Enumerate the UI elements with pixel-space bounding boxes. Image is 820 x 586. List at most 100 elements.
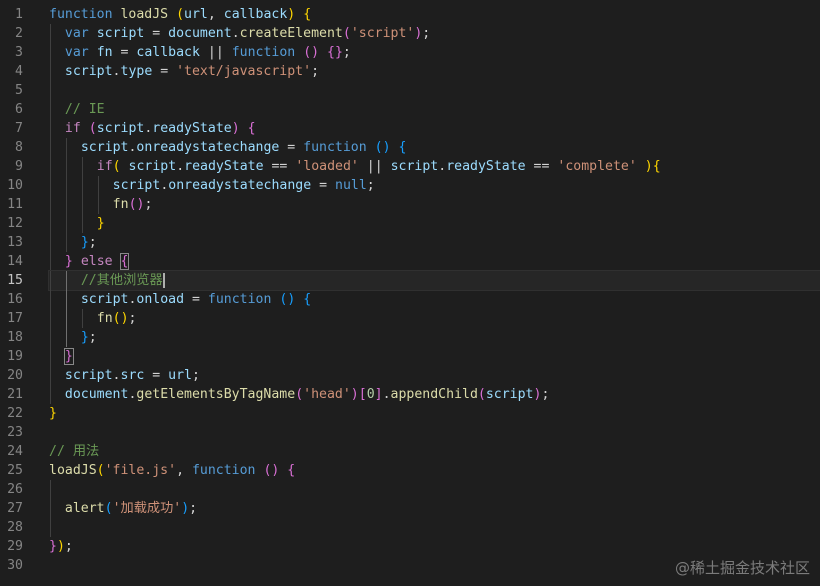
identifier-token: document	[64, 387, 129, 402]
code-line[interactable]: 4 script.type = 'text/javascript';	[0, 62, 820, 81]
code-line[interactable]: 1 function loadJS (url, callback) {	[0, 5, 820, 24]
code-line[interactable]: 21 document.getElementsByTagName('head')[…	[0, 385, 820, 404]
punctuation-token	[113, 254, 121, 269]
line-number: 28	[7, 520, 23, 535]
identifier-token: script	[64, 64, 113, 79]
bracket-token: ()	[128, 197, 145, 212]
indent-guide	[50, 385, 51, 404]
watermark: @稀土掘金技术社区	[674, 559, 810, 577]
line-number: 29	[7, 539, 23, 554]
punctuation-token	[81, 121, 89, 136]
code-line[interactable]: 6 // IE	[0, 100, 820, 119]
punctuation-token: ==	[263, 159, 296, 174]
line-number: 30	[7, 558, 23, 573]
bracket-token: )	[644, 159, 653, 174]
identifier-token: script	[80, 292, 129, 307]
code-line[interactable]: 3 var fn = callback || function () {};	[0, 43, 820, 62]
code-line[interactable]: 8 script.onreadystatechange = function ()…	[0, 138, 820, 157]
code-content: function loadJS (url, callback) {	[49, 5, 820, 24]
code-line[interactable]: 28	[0, 518, 820, 537]
bracket-token: {	[247, 121, 256, 136]
code-content: fn();	[49, 195, 820, 214]
code-line[interactable]: 16 script.onload = function () {	[0, 290, 820, 309]
indent-guide	[65, 176, 67, 195]
control-keyword-token: if	[96, 159, 113, 174]
punctuation-token: .	[382, 387, 391, 402]
code-line[interactable]: 25 loadJS('file.js', function () {	[0, 461, 820, 480]
code-line[interactable]: 24 // 用法	[0, 442, 820, 461]
code-line[interactable]: 26	[0, 480, 820, 499]
punctuation-token: .	[438, 159, 447, 174]
indent-guide	[81, 309, 83, 328]
identifier-token: type	[120, 64, 153, 79]
indent-guide	[65, 309, 67, 328]
comment-token: //其他浏览器	[80, 273, 163, 288]
matched-bracket-token: {	[119, 253, 130, 270]
code-line[interactable]: 9 if( script.readyState == 'loaded' || sc…	[0, 157, 820, 176]
identifier-token: url	[168, 368, 192, 383]
code-line[interactable]: 13};	[0, 233, 820, 252]
line-number: 18	[7, 330, 23, 345]
code-line[interactable]: 22}	[0, 404, 820, 423]
indent-guide	[50, 81, 51, 100]
code-line[interactable]: 20 script.src = url;	[0, 366, 820, 385]
bracket-token: )	[231, 121, 240, 136]
indent-guide	[50, 499, 51, 518]
identifier-token: src	[120, 368, 145, 383]
function-name-token: getElementsByTagName	[136, 387, 296, 402]
indent-guide	[50, 138, 51, 157]
identifier-token: document	[168, 26, 232, 41]
line-number: 24	[7, 444, 23, 459]
string-literal-token: 'text/javascript'	[176, 64, 312, 79]
punctuation-token	[168, 7, 176, 22]
bracket-token: )	[181, 501, 190, 516]
indent-guide	[97, 176, 99, 195]
code-line[interactable]: 11 fn();	[0, 195, 820, 214]
punctuation-token: ,	[207, 7, 224, 22]
code-line[interactable]: 27 alert('加载成功');	[0, 499, 820, 518]
code-line[interactable]: 7 if (script.readyState) {	[0, 119, 820, 138]
code-content: if( script.readyState == 'loaded' || scr…	[49, 157, 820, 176]
identifier-token: script	[96, 121, 145, 136]
indent-guide	[50, 195, 51, 214]
identifier-token: onreadystatechange	[168, 178, 312, 193]
code-content: var fn = callback || function () {};	[49, 43, 820, 62]
string-literal-token: 'complete'	[557, 159, 637, 174]
line-number: 3	[15, 45, 23, 60]
punctuation-token	[73, 254, 81, 269]
code-line[interactable]: 12}	[0, 214, 820, 233]
punctuation-token: =	[279, 140, 304, 155]
punctuation-token	[240, 121, 248, 136]
punctuation-token	[637, 159, 645, 174]
code-line[interactable]: 5	[0, 81, 820, 100]
bracket-token: (	[96, 463, 105, 478]
code-line[interactable]: 29});	[0, 537, 820, 556]
line-number: 20	[7, 368, 23, 383]
bracket-token: ()	[303, 45, 320, 60]
code-line[interactable]: 14} else {	[0, 252, 820, 271]
function-name-token: alert	[64, 501, 105, 516]
code-line[interactable]: 19}	[0, 347, 820, 366]
code-line[interactable]: 18};	[0, 328, 820, 347]
line-number: 15	[7, 273, 23, 288]
punctuation-token	[367, 140, 375, 155]
keyword-token: function	[207, 292, 272, 307]
punctuation-token: ||	[358, 159, 391, 174]
text-cursor	[163, 273, 165, 288]
code-editor[interactable]: 1 function loadJS (url, callback) {2 var s…	[0, 5, 820, 575]
line-number: 6	[15, 102, 23, 117]
indent-guide	[81, 195, 83, 214]
code-line[interactable]: 10 script.onreadystatechange = null;	[0, 176, 820, 195]
code-content: }	[49, 214, 820, 233]
function-name-token: loadJS	[120, 7, 169, 22]
code-line[interactable]: 2 var script = document.createElement('sc…	[0, 24, 820, 43]
function-name-token: loadJS	[49, 463, 97, 478]
code-line[interactable]: 23	[0, 423, 820, 442]
keyword-token: null	[335, 178, 367, 193]
code-line[interactable]: 17 fn();	[0, 309, 820, 328]
indent-guide	[50, 100, 51, 119]
code-content	[49, 480, 820, 499]
code-line[interactable]: 15 //其他浏览器	[0, 270, 820, 291]
punctuation-token: .	[231, 26, 240, 41]
indent-guide	[65, 214, 67, 233]
